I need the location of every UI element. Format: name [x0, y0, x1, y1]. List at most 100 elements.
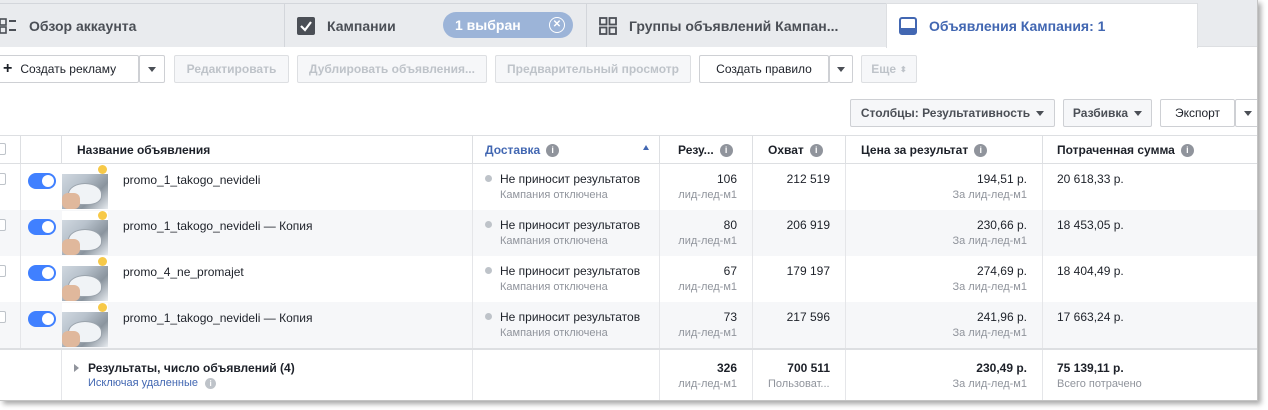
chevron-down-icon — [1036, 110, 1045, 116]
tab-bar: Обзор аккаунта Кампании 1 выбран ✕ Групп… — [0, 0, 1257, 48]
tab-label: Объявления Кампания: 1 — [929, 18, 1106, 34]
totals-reach-cell: 700 511 Пользоват... — [753, 350, 846, 400]
row-cost-cell: 274,69 р. За лид-лед-м1 — [846, 256, 1043, 302]
ad-name-link[interactable]: promo_1_takogo_nevideli — Копия — [123, 311, 312, 325]
edit-label: Редактировать — [186, 62, 277, 76]
column-header-name[interactable]: Название объявления — [62, 136, 473, 164]
row-name-cell: promo_1_takogo_nevideli — Копия — [62, 210, 473, 256]
delivery-sub: Кампания отключена — [500, 281, 608, 293]
info-icon[interactable]: i — [1180, 143, 1194, 157]
select-all-checkbox[interactable] — [0, 143, 6, 155]
totals-results-cell: 326 лид-лед-м1 — [660, 350, 753, 400]
reach-value: 212 519 — [786, 172, 830, 186]
ad-name-link[interactable]: promo_1_takogo_nevideli — [123, 173, 260, 187]
totals-cost-cell: 230,49 р. За лид-лед-м1 — [846, 350, 1043, 400]
row-checkbox[interactable] — [0, 265, 6, 277]
chevron-down-icon — [837, 66, 845, 72]
checkbox-icon — [297, 16, 315, 35]
chevron-down-icon — [1134, 110, 1143, 116]
create-rule-button[interactable]: Создать правило — [699, 55, 829, 83]
ads-manager-window: Обзор аккаунта Кампании 1 выбран ✕ Групп… — [0, 0, 1258, 401]
row-results-cell: 67 лид-лед-м1 — [660, 256, 753, 302]
plus-icon: + — [3, 60, 13, 77]
row-checkbox[interactable] — [0, 173, 6, 185]
close-icon[interactable]: ✕ — [549, 17, 565, 33]
select-all-cell — [0, 136, 21, 164]
info-icon[interactable]: i — [974, 143, 988, 157]
column-header-delivery[interactable]: Доставка i — [473, 136, 660, 164]
totals-label-cell: Результаты, число объявлений (4) Исключа… — [62, 350, 473, 400]
ad-status-toggle[interactable] — [28, 311, 56, 327]
table-row[interactable]: promo_4_ne_promajet Не приносит результа… — [0, 256, 1257, 302]
row-checkbox[interactable] — [0, 311, 6, 323]
row-reach-cell: 212 519 — [753, 164, 846, 210]
column-header-spent[interactable]: Потраченная сумма i — [1043, 136, 1257, 164]
column-header-cost[interactable]: Цена за результат i — [846, 136, 1043, 164]
breakdown-button[interactable]: Разбивка — [1063, 99, 1152, 127]
row-select-cell — [0, 164, 21, 210]
info-icon[interactable]: i — [546, 143, 560, 157]
row-name-cell: promo_1_takogo_nevideli — Копия — [62, 302, 473, 348]
ad-status-toggle[interactable] — [28, 219, 56, 235]
row-name-cell: promo_1_takogo_nevideli — [62, 164, 473, 210]
create-rule-dropdown[interactable] — [829, 55, 853, 83]
duplicate-button[interactable]: Дублировать объявления... — [297, 55, 487, 83]
tab-campaigns[interactable]: Кампании 1 выбран ✕ — [284, 3, 588, 47]
row-name-cell: promo_4_ne_promajet — [62, 256, 473, 302]
columns-button[interactable]: Столбцы: Результативность — [850, 99, 1055, 127]
tab-ads[interactable]: Объявления Кампания: 1 — [886, 3, 1198, 48]
delivery-sub: Кампания отключена — [500, 235, 608, 247]
table-row[interactable]: promo_1_takogo_nevideli — Копия Не прино… — [0, 210, 1257, 256]
ad-name-link[interactable]: promo_1_takogo_nevideli — Копия — [123, 219, 312, 233]
reach-value: 217 596 — [786, 310, 830, 324]
cost-sub: За лид-лед-м1 — [952, 281, 1027, 293]
row-checkbox[interactable] — [0, 219, 6, 231]
cost-value: 241,96 р. — [976, 310, 1027, 324]
results-value: 80 — [723, 218, 737, 232]
row-spent-cell: 18 404,49 р. — [1043, 256, 1257, 302]
column-header-label: Цена за результат — [861, 143, 969, 157]
create-ad-dropdown[interactable] — [139, 55, 165, 83]
column-header-label: Потраченная сумма — [1057, 143, 1175, 157]
column-header-results[interactable]: Резу... i — [660, 136, 753, 164]
totals-delivery-cell — [473, 350, 660, 400]
info-icon[interactable]: i — [719, 143, 733, 157]
tab-ad-sets[interactable]: Группы объявлений Кампан... — [586, 3, 888, 47]
row-spent-cell: 20 618,33 р. — [1043, 164, 1257, 210]
create-rule-label: Создать правило — [716, 62, 812, 76]
cost-sub: За лид-лед-м1 — [952, 189, 1027, 201]
ad-status-toggle[interactable] — [28, 265, 56, 281]
excluding-deleted-link[interactable]: Исключая удаленные i — [88, 377, 217, 389]
totals-cost: 230,49 р. — [976, 361, 1027, 375]
expand-arrow-icon[interactable] — [74, 364, 79, 372]
edit-button[interactable]: Редактировать — [174, 55, 289, 83]
totals-spacer — [0, 350, 62, 400]
cost-value: 274,69 р. — [976, 264, 1027, 278]
four-squares-icon — [599, 16, 617, 35]
ad-name-link[interactable]: promo_4_ne_promajet — [123, 265, 244, 279]
tab-account-overview[interactable]: Обзор аккаунта — [0, 3, 286, 47]
tab-label: Кампании — [327, 17, 396, 34]
cost-sub: За лид-лед-м1 — [952, 235, 1027, 247]
row-reach-cell: 217 596 — [753, 302, 846, 348]
table-row[interactable]: promo_1_takogo_nevideli Не приносит резу… — [0, 164, 1257, 210]
more-button[interactable]: Еще ⬍ — [861, 55, 917, 83]
column-header-label: Резу... — [678, 143, 714, 157]
info-icon[interactable]: i — [809, 143, 823, 157]
row-toggle-cell — [21, 302, 62, 348]
row-select-cell — [0, 302, 21, 348]
ad-status-toggle[interactable] — [28, 173, 56, 189]
preview-button[interactable]: Предварительный просмотр — [495, 55, 691, 83]
column-header-label: Название объявления — [77, 143, 211, 157]
info-icon[interactable]: i — [205, 378, 217, 389]
export-button[interactable]: Экспорт — [1160, 99, 1235, 127]
table-row[interactable]: promo_1_takogo_nevideli — Копия Не прино… — [0, 302, 1257, 348]
selected-badge[interactable]: 1 выбран ✕ — [443, 12, 573, 38]
tab-label: Группы объявлений Кампан... — [629, 17, 839, 34]
column-header-reach[interactable]: Охват i — [753, 136, 846, 164]
create-ad-button[interactable]: + Создать рекламу — [0, 55, 139, 83]
results-value: 67 — [723, 264, 737, 278]
cost-sub: За лид-лед-м1 — [952, 327, 1027, 339]
export-dropdown[interactable] — [1235, 99, 1257, 127]
totals-reach-sub: Пользоват... — [768, 378, 830, 390]
